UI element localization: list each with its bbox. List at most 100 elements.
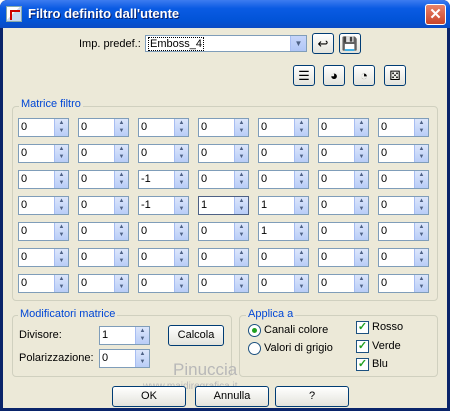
spin-arrows-icon[interactable]: ▲ ▼ xyxy=(174,249,188,266)
reset-button[interactable]: ↩ xyxy=(312,33,334,54)
spin-arrows-icon[interactable]: ▲ ▼ xyxy=(414,249,428,266)
save-button[interactable]: 💾 xyxy=(339,33,361,54)
matrix-cell[interactable]: 0 ▲ ▼ xyxy=(318,170,369,189)
matrix-cell[interactable]: 1 ▲ ▼ xyxy=(198,196,249,215)
matrix-cell[interactable]: 0 ▲ ▼ xyxy=(138,274,189,293)
blue-checkbox[interactable]: ✓ xyxy=(356,358,369,371)
spin-arrows-icon[interactable]: ▲ ▼ xyxy=(114,275,128,292)
spin-arrows-icon[interactable]: ▲ ▼ xyxy=(234,275,248,292)
blue-label[interactable]: Blu xyxy=(372,358,388,370)
spin-arrows-icon[interactable]: ▲ ▼ xyxy=(114,223,128,240)
matrix-cell[interactable]: 0 ▲ ▼ xyxy=(198,170,249,189)
matrix-cell[interactable]: 0 ▲ ▼ xyxy=(138,118,189,137)
matrix-cell[interactable]: 0 ▲ ▼ xyxy=(318,196,369,215)
help-button[interactable]: ? xyxy=(275,386,349,407)
spin-arrows-icon[interactable]: ▲ ▼ xyxy=(114,119,128,136)
matrix-cell[interactable]: -1 ▲ ▼ xyxy=(138,196,189,215)
matrix-cell[interactable]: 0 ▲ ▼ xyxy=(378,196,429,215)
green-label[interactable]: Verde xyxy=(372,340,401,352)
matrix-cell[interactable]: 0 ▲ ▼ xyxy=(378,274,429,293)
cancel-button[interactable]: Annulla xyxy=(195,386,269,407)
close-button[interactable]: ✕ xyxy=(425,4,446,25)
matrix-cell[interactable]: 0 ▲ ▼ xyxy=(138,248,189,267)
spin-arrows-icon[interactable]: ▲ ▼ xyxy=(114,171,128,188)
spin-arrows-icon[interactable]: ▲ ▼ xyxy=(54,171,68,188)
matrix-cell[interactable]: 0 ▲ ▼ xyxy=(78,248,129,267)
color-channels-radio[interactable] xyxy=(248,324,261,337)
matrix-cell[interactable]: 0 ▲ ▼ xyxy=(198,222,249,241)
eye-icon-button-1[interactable]: ◕ xyxy=(323,65,345,86)
matrix-cell[interactable]: 0 ▲ ▼ xyxy=(318,274,369,293)
spin-arrows-icon[interactable]: ▲ ▼ xyxy=(234,249,248,266)
spin-arrows-icon[interactable]: ▲ ▼ xyxy=(114,249,128,266)
spin-arrows-icon[interactable]: ▲ ▼ xyxy=(414,223,428,240)
green-checkbox[interactable]: ✓ xyxy=(356,340,369,353)
spin-arrows-icon[interactable]: ▲ ▼ xyxy=(54,197,68,214)
matrix-cell[interactable]: 0 ▲ ▼ xyxy=(78,170,129,189)
spin-arrows-icon[interactable]: ▲ ▼ xyxy=(354,119,368,136)
spin-arrows-icon[interactable]: ▲ ▼ xyxy=(354,197,368,214)
matrix-cell[interactable]: 0 ▲ ▼ xyxy=(198,274,249,293)
spin-arrows-icon[interactable]: ▲ ▼ xyxy=(174,197,188,214)
matrix-view-button[interactable]: ☰ xyxy=(293,65,315,86)
matrix-cell[interactable]: 0 ▲ ▼ xyxy=(378,170,429,189)
matrix-cell[interactable]: 0 ▲ ▼ xyxy=(18,248,69,267)
matrix-cell[interactable]: 0 ▲ ▼ xyxy=(318,222,369,241)
matrix-cell[interactable]: 0 ▲ ▼ xyxy=(258,118,309,137)
spin-arrows-icon[interactable]: ▲ ▼ xyxy=(54,223,68,240)
spin-arrows-icon[interactable]: ▲ ▼ xyxy=(135,350,149,367)
spin-arrows-icon[interactable]: ▲ ▼ xyxy=(234,145,248,162)
matrix-cell[interactable]: 0 ▲ ▼ xyxy=(18,222,69,241)
red-label[interactable]: Rosso xyxy=(372,321,403,333)
spin-arrows-icon[interactable]: ▲ ▼ xyxy=(354,275,368,292)
spin-arrows-icon[interactable]: ▲ ▼ xyxy=(354,171,368,188)
matrix-cell[interactable]: 0 ▲ ▼ xyxy=(78,274,129,293)
spin-arrows-icon[interactable]: ▲ ▼ xyxy=(174,119,188,136)
spin-arrows-icon[interactable]: ▲ ▼ xyxy=(54,119,68,136)
spin-arrows-icon[interactable]: ▲ ▼ xyxy=(234,171,248,188)
matrix-cell[interactable]: 0 ▲ ▼ xyxy=(258,170,309,189)
spin-arrows-icon[interactable]: ▲ ▼ xyxy=(414,145,428,162)
matrix-cell[interactable]: 0 ▲ ▼ xyxy=(378,248,429,267)
matrix-cell[interactable]: 0 ▲ ▼ xyxy=(318,144,369,163)
matrix-cell[interactable]: 0 ▲ ▼ xyxy=(198,248,249,267)
spin-arrows-icon[interactable]: ▲ ▼ xyxy=(354,249,368,266)
matrix-cell[interactable]: 0 ▲ ▼ xyxy=(198,144,249,163)
spin-arrows-icon[interactable]: ▲ ▼ xyxy=(294,223,308,240)
compute-button[interactable]: Calcola xyxy=(168,325,224,346)
matrix-cell[interactable]: 0 ▲ ▼ xyxy=(18,170,69,189)
spin-arrows-icon[interactable]: ▲ ▼ xyxy=(234,197,248,214)
matrix-cell[interactable]: 0 ▲ ▼ xyxy=(258,248,309,267)
divisor-stepper[interactable]: 1 ▲ ▼ xyxy=(99,326,150,345)
spin-arrows-icon[interactable]: ▲ ▼ xyxy=(114,197,128,214)
matrix-cell[interactable]: 0 ▲ ▼ xyxy=(78,144,129,163)
bias-stepper[interactable]: 0 ▲ ▼ xyxy=(99,349,150,368)
spin-arrows-icon[interactable]: ▲ ▼ xyxy=(114,145,128,162)
spin-arrows-icon[interactable]: ▲ ▼ xyxy=(174,223,188,240)
spin-arrows-icon[interactable]: ▲ ▼ xyxy=(354,145,368,162)
spin-arrows-icon[interactable]: ▲ ▼ xyxy=(234,119,248,136)
spin-arrows-icon[interactable]: ▲ ▼ xyxy=(174,275,188,292)
gray-values-radio[interactable] xyxy=(248,342,261,355)
matrix-cell[interactable]: 0 ▲ ▼ xyxy=(78,118,129,137)
matrix-cell[interactable]: 0 ▲ ▼ xyxy=(378,144,429,163)
randomize-button[interactable]: ⚄ xyxy=(384,65,406,86)
spin-arrows-icon[interactable]: ▲ ▼ xyxy=(234,223,248,240)
matrix-cell[interactable]: 0 ▲ ▼ xyxy=(138,222,189,241)
spin-arrows-icon[interactable]: ▲ ▼ xyxy=(294,119,308,136)
spin-arrows-icon[interactable]: ▲ ▼ xyxy=(414,197,428,214)
matrix-cell[interactable]: 1 ▲ ▼ xyxy=(258,196,309,215)
matrix-cell[interactable]: 0 ▲ ▼ xyxy=(18,118,69,137)
eye-icon-button-2[interactable]: ◔ xyxy=(353,65,375,86)
matrix-cell[interactable]: 0 ▲ ▼ xyxy=(78,196,129,215)
chevron-down-icon[interactable]: ▼ xyxy=(290,36,306,51)
gray-values-label[interactable]: Valori di grigio xyxy=(264,342,333,354)
red-checkbox[interactable]: ✓ xyxy=(356,321,369,334)
matrix-cell[interactable]: 0 ▲ ▼ xyxy=(378,118,429,137)
matrix-cell[interactable]: 0 ▲ ▼ xyxy=(258,274,309,293)
spin-arrows-icon[interactable]: ▲ ▼ xyxy=(414,171,428,188)
spin-arrows-icon[interactable]: ▲ ▼ xyxy=(294,275,308,292)
matrix-cell[interactable]: 0 ▲ ▼ xyxy=(198,118,249,137)
spin-arrows-icon[interactable]: ▲ ▼ xyxy=(294,249,308,266)
spin-arrows-icon[interactable]: ▲ ▼ xyxy=(54,275,68,292)
